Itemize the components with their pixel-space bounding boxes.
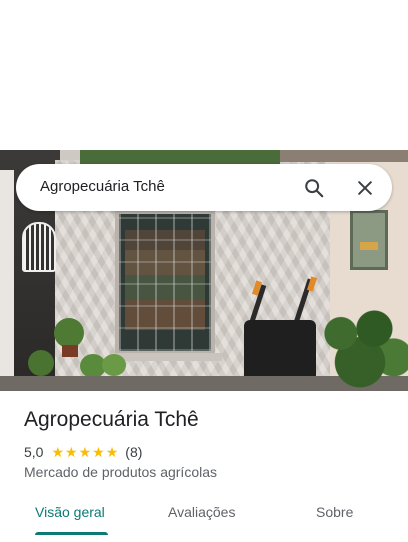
- tab-reviews[interactable]: Avaliações: [168, 504, 235, 520]
- star-icon: ★: [105, 444, 119, 460]
- star-rating: ★ ★ ★ ★ ★: [51, 445, 119, 459]
- rating-row[interactable]: 5,0 ★ ★ ★ ★ ★ (8): [24, 444, 142, 460]
- star-icon: ★: [65, 444, 78, 460]
- tab-about[interactable]: Sobre: [316, 504, 353, 520]
- search-input[interactable]: Agropecuária Tchê: [40, 178, 165, 195]
- tab-overview[interactable]: Visão geral: [35, 504, 105, 520]
- top-blank-area: [0, 0, 408, 150]
- tab-bar: Visão geral Avaliações Sobre: [0, 496, 408, 542]
- close-icon[interactable]: [352, 175, 378, 201]
- star-icon: ★: [51, 444, 65, 460]
- review-count[interactable]: (8): [125, 444, 142, 460]
- search-icon[interactable]: [301, 175, 327, 201]
- star-icon: ★: [78, 444, 92, 460]
- search-bar[interactable]: Agropecuária Tchê: [16, 164, 392, 211]
- place-title: Agropecuária Tchê: [24, 408, 199, 431]
- rating-value: 5,0: [24, 444, 44, 460]
- active-tab-indicator: [35, 532, 108, 535]
- place-category: Mercado de produtos agrícolas: [24, 464, 217, 480]
- star-icon: ★: [92, 444, 105, 460]
